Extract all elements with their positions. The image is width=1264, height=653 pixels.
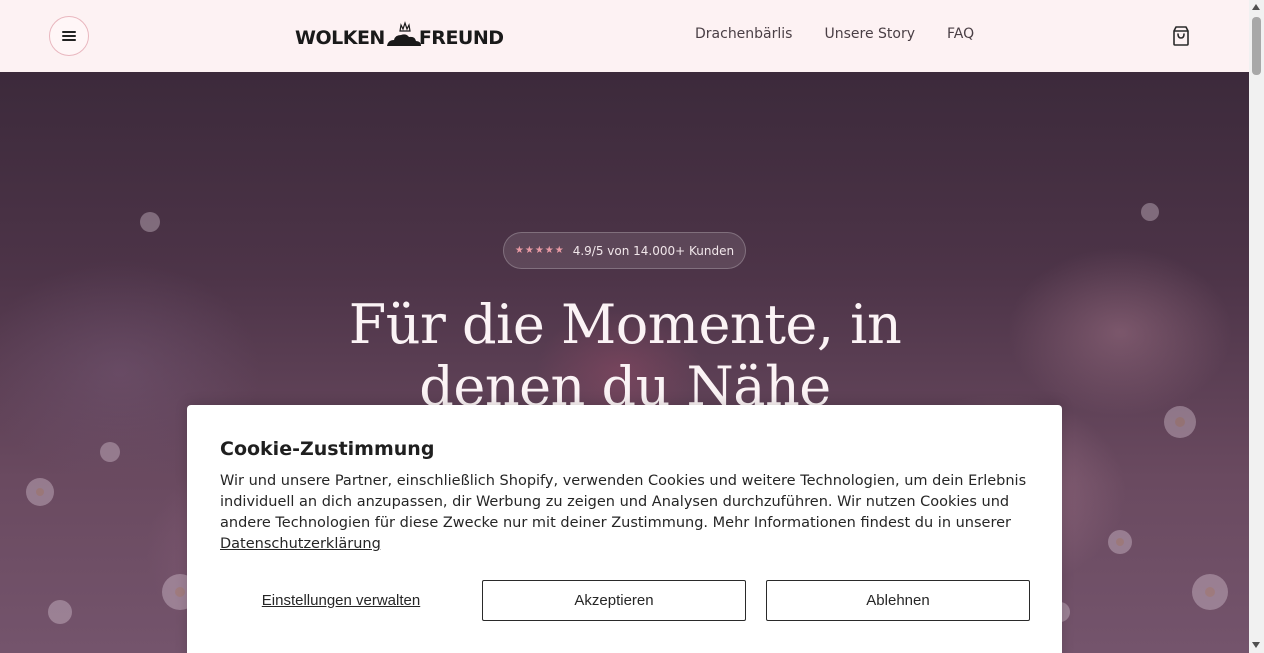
rating-text: 4.9/5 von 14.000+ Kunden: [572, 243, 735, 258]
cookie-banner-text: Wir und unsere Partner, einschließlich S…: [220, 471, 1030, 555]
page: WOLKEN FREUND Drachenbärlis Unsere Story…: [0, 0, 1249, 653]
cloud-crown-icon: [386, 21, 421, 46]
rating-stars: ★★★★★: [514, 245, 565, 256]
scroll-up-arrow-icon[interactable]: [1252, 4, 1260, 10]
hero-title: Für die Momente, in denen du Nähe: [348, 293, 902, 418]
menu-button[interactable]: [49, 16, 89, 56]
cookie-banner-title: Cookie-Zustimmung: [220, 438, 435, 460]
main-nav: Drachenbärlis Unsere Story FAQ: [695, 26, 974, 42]
manage-settings-button[interactable]: Einstellungen verwalten: [220, 580, 462, 621]
scroll-down-arrow-icon[interactable]: [1252, 642, 1260, 648]
site-logo[interactable]: WOLKEN FREUND: [295, 17, 504, 49]
privacy-policy-link[interactable]: Datenschutzerklärung: [220, 536, 381, 552]
accept-button[interactable]: Akzeptieren: [482, 580, 746, 621]
nav-item-drachenbaerlis[interactable]: Drachenbärlis: [695, 26, 792, 42]
shopping-bag-icon[interactable]: [1169, 24, 1193, 48]
logo-text-right: FREUND: [418, 27, 504, 49]
site-header: WOLKEN FREUND Drachenbärlis Unsere Story…: [0, 0, 1249, 72]
logo-text-left: WOLKEN: [295, 27, 385, 49]
rating-badge: ★★★★★ 4.9/5 von 14.000+ Kunden: [503, 232, 746, 269]
cookie-consent-banner: Cookie-Zustimmung Wir und unsere Partner…: [187, 405, 1062, 653]
scrollbar-thumb[interactable]: [1252, 17, 1261, 75]
decline-button[interactable]: Ablehnen: [766, 580, 1030, 621]
nav-item-faq[interactable]: FAQ: [947, 26, 974, 42]
nav-item-unsere-story[interactable]: Unsere Story: [824, 26, 915, 42]
hamburger-menu-icon: [62, 31, 76, 41]
cookie-banner-description: Wir und unsere Partner, einschließlich S…: [220, 473, 1027, 531]
vertical-scrollbar[interactable]: [1249, 0, 1264, 653]
